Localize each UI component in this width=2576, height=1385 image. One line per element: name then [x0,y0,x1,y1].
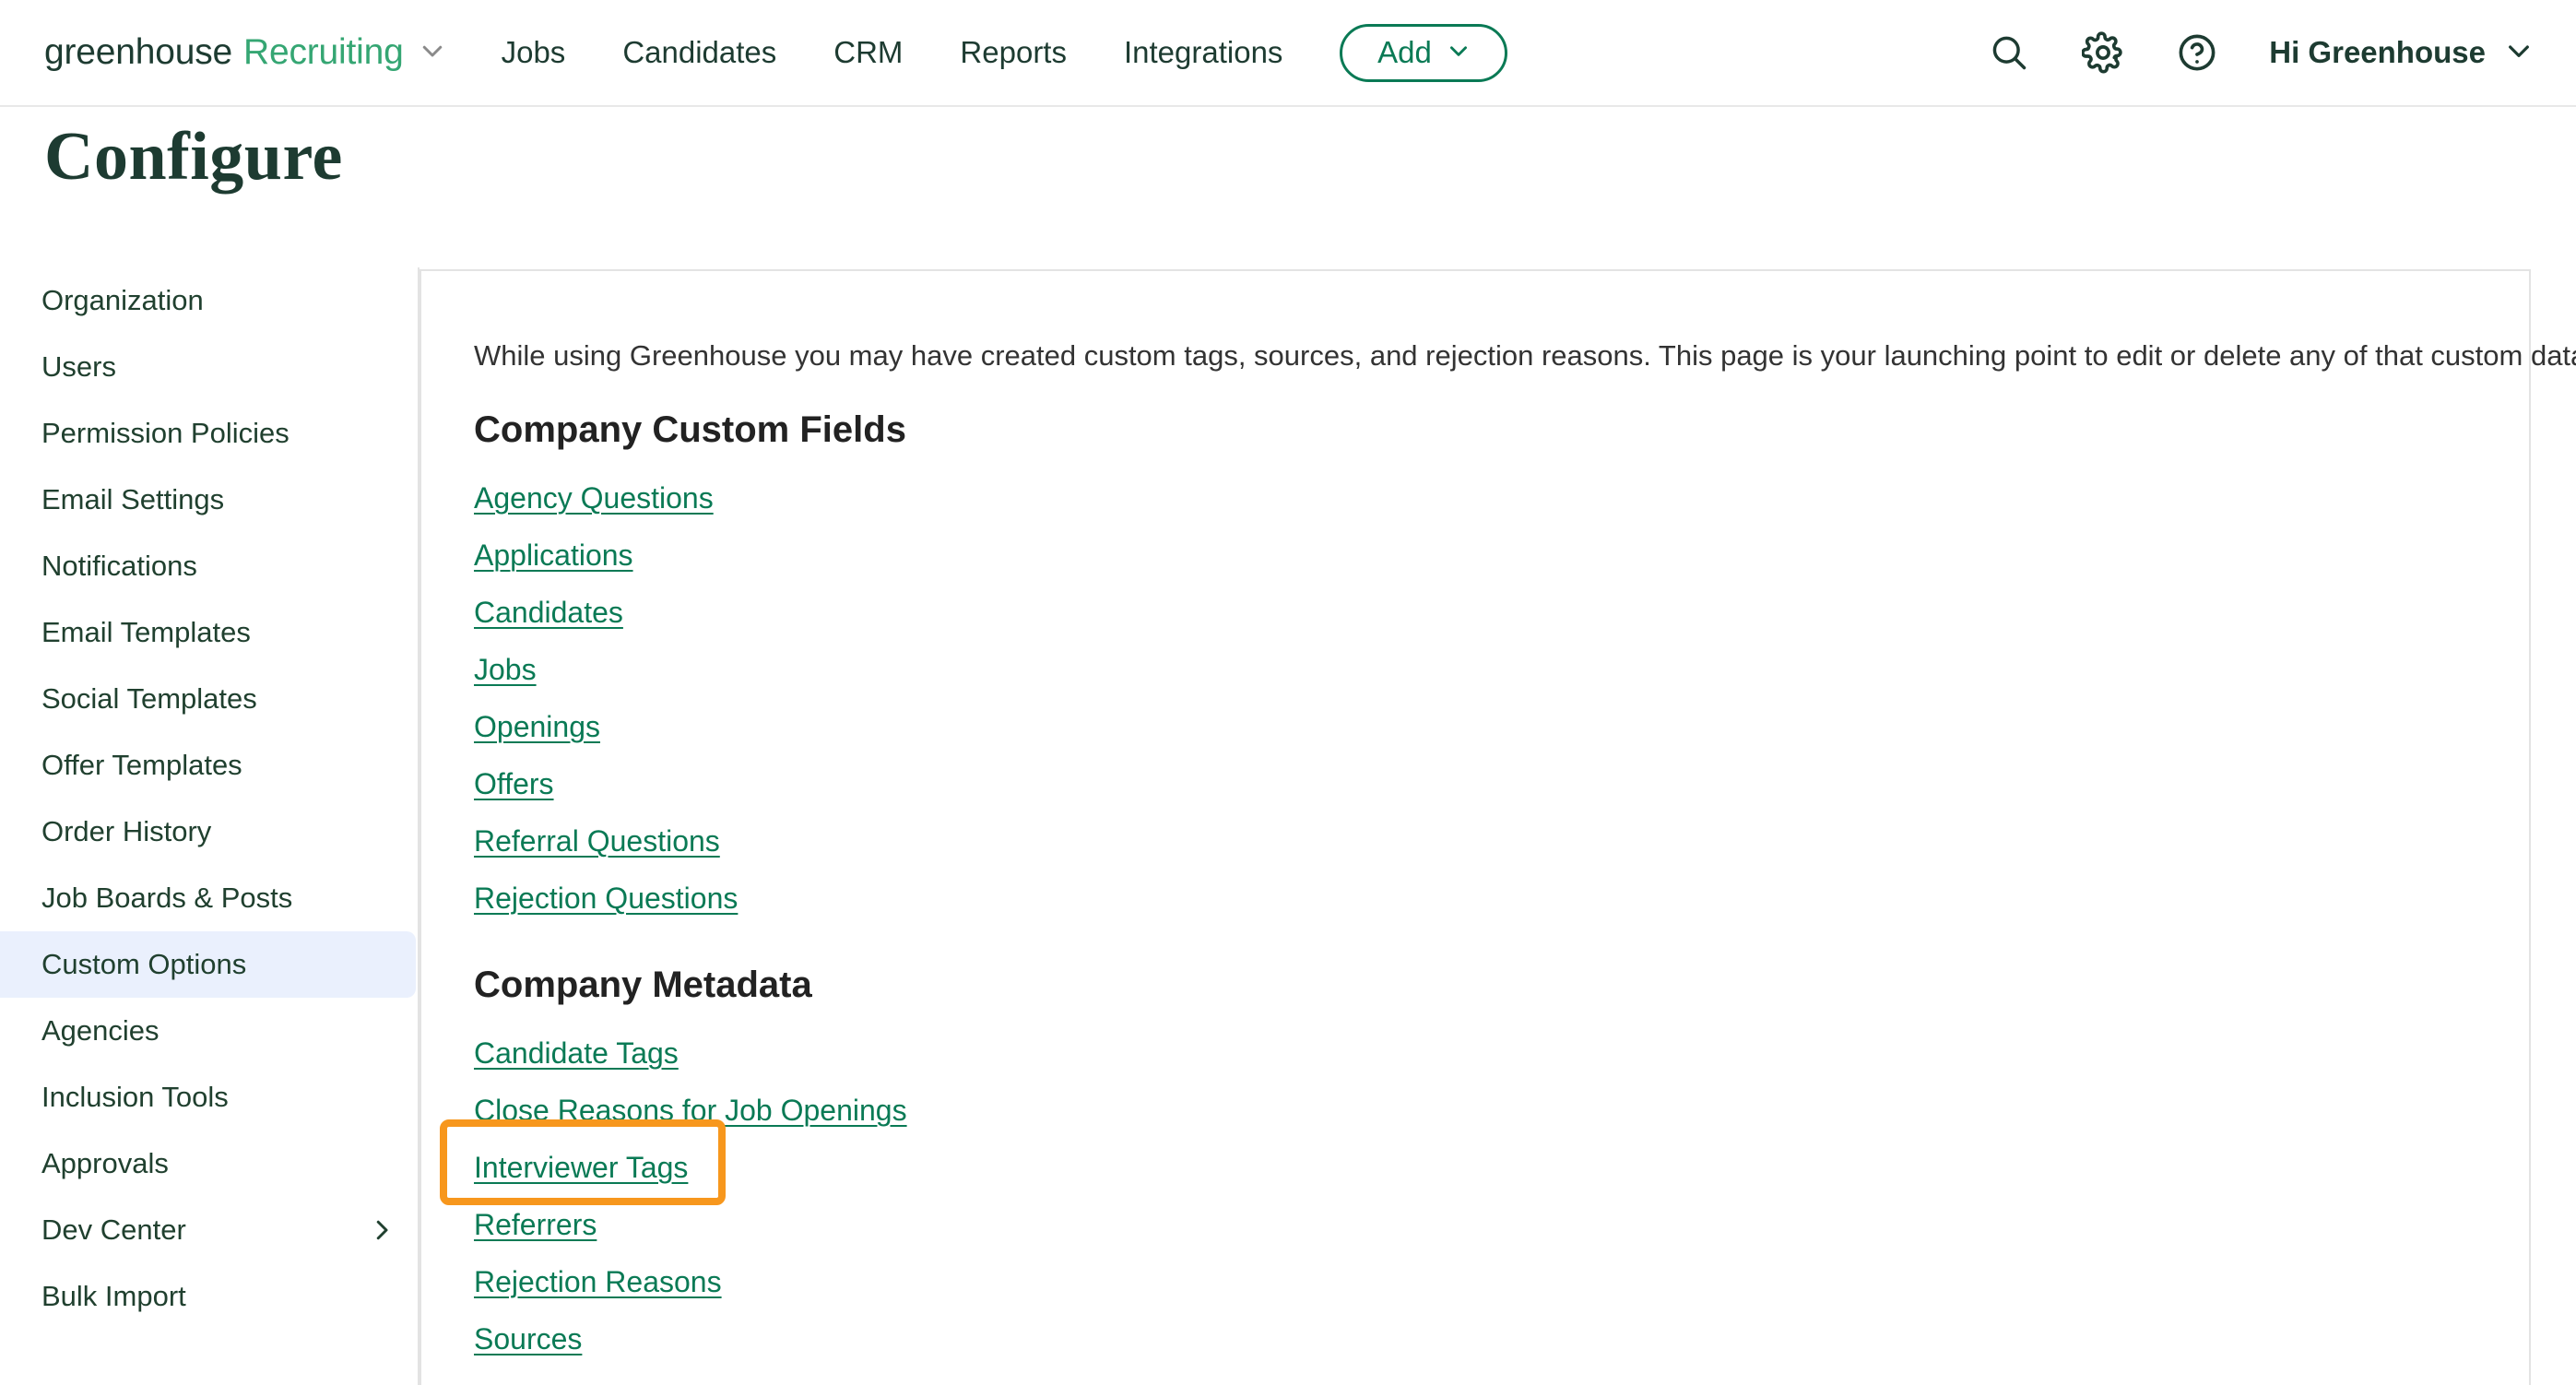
sidebar-item-label: Email Templates [41,616,251,648]
list-item: Sources [474,1310,907,1367]
sidebar-item-offer-templates[interactable]: Offer Templates [0,732,416,799]
list-item: Referrers [474,1196,907,1253]
sidebar-item-job-boards-and-posts[interactable]: Job Boards & Posts [0,865,416,931]
list-item: Rejection Reasons [474,1253,907,1310]
sidebar-item-label: Offer Templates [41,749,242,781]
sidebar-item-agencies[interactable]: Agencies [0,998,416,1064]
section-heading-company-metadata: Company Metadata [474,965,812,1005]
link-rejection-questions[interactable]: Rejection Questions [474,882,738,916]
link-applications[interactable]: Applications [474,539,633,573]
link-close-reasons-for-job-openings[interactable]: Close Reasons for Job Openings [474,1094,907,1128]
list-item: Agency Questions [474,469,738,527]
sidebar-item-organization[interactable]: Organization [0,267,416,334]
company-metadata-link-list: Candidate Tags Close Reasons for Job Ope… [474,1024,907,1367]
list-item: Offers [474,755,738,812]
sidebar-item-bulk-import[interactable]: Bulk Import [0,1263,416,1330]
search-icon[interactable] [1987,30,2031,75]
sidebar-item-notifications[interactable]: Notifications [0,533,416,599]
list-item: Candidates [474,584,738,641]
user-greeting-label: Hi Greenhouse [2269,35,2486,69]
chevron-down-icon [1447,35,1471,70]
list-item: Interviewer Tags [474,1139,907,1196]
section-heading-company-custom-fields: Company Custom Fields [474,409,906,450]
sidebar-item-label: Agencies [41,1014,160,1047]
custom-options-panel: While using Greenhouse you may have crea… [419,269,2576,1385]
page-title: Configure [44,119,343,195]
nav-link-jobs[interactable]: Jobs [502,35,566,70]
sidebar-item-email-templates[interactable]: Email Templates [0,599,416,666]
sidebar-item-label: Email Settings [41,483,225,515]
sidebar-item-label: Approvals [41,1147,169,1179]
brand-primary-text: greenhouse [44,32,233,72]
question-circle-icon[interactable] [2175,30,2219,75]
list-item: Jobs [474,641,738,698]
list-item: Applications [474,527,738,584]
list-item: Candidate Tags [474,1024,907,1082]
panel-intro-text: While using Greenhouse you may have crea… [474,339,2576,372]
chevron-right-icon [368,1216,396,1244]
configure-sidebar: Organization Users Permission Policies E… [0,267,419,1385]
nav-link-reports[interactable]: Reports [960,35,1067,70]
sidebar-item-label: Social Templates [41,682,257,715]
sidebar-item-dev-center[interactable]: Dev Center [0,1197,416,1263]
user-menu[interactable]: Hi Greenhouse [2269,35,2534,70]
sidebar-item-label: Users [41,350,116,383]
sidebar-item-label: Permission Policies [41,417,290,449]
sidebar-item-label: Custom Options [41,948,247,980]
sidebar-item-label: Bulk Import [41,1280,186,1312]
top-navigation-bar: greenhouse Recruiting Jobs Candidates CR… [0,0,2576,107]
link-referral-questions[interactable]: Referral Questions [474,824,720,858]
sidebar-item-label: Dev Center [41,1213,186,1246]
nav-link-crm[interactable]: CRM [833,35,903,70]
add-button[interactable]: Add [1340,23,1508,82]
sidebar-item-inclusion-tools[interactable]: Inclusion Tools [0,1064,416,1130]
nav-link-integrations[interactable]: Integrations [1124,35,1282,70]
list-item: Referral Questions [474,812,738,870]
chevron-down-icon[interactable] [419,37,446,69]
list-item: Openings [474,698,738,755]
primary-nav-links: Jobs Candidates CRM Reports Integrations [502,35,1283,70]
gear-icon[interactable] [2081,30,2125,75]
add-button-label: Add [1377,35,1432,69]
link-jobs[interactable]: Jobs [474,653,537,687]
list-item: Close Reasons for Job Openings [474,1082,907,1139]
brand-logo[interactable]: greenhouse Recruiting [44,32,446,73]
list-item: Rejection Questions [474,870,738,927]
sidebar-item-social-templates[interactable]: Social Templates [0,666,416,732]
sidebar-item-label: Job Boards & Posts [41,882,293,914]
sidebar-item-label: Inclusion Tools [41,1081,229,1113]
link-offers[interactable]: Offers [474,767,554,801]
sidebar-item-email-settings[interactable]: Email Settings [0,467,416,533]
link-openings[interactable]: Openings [474,710,600,744]
sidebar-item-order-history[interactable]: Order History [0,799,416,865]
sidebar-item-users[interactable]: Users [0,334,416,400]
sidebar-item-label: Notifications [41,550,197,582]
sidebar-item-label: Organization [41,284,204,316]
brand-secondary-text: Recruiting [243,32,404,72]
sidebar-item-approvals[interactable]: Approvals [0,1130,416,1197]
sidebar-item-label: Order History [41,815,212,847]
link-rejection-reasons[interactable]: Rejection Reasons [474,1265,722,1299]
link-referrers[interactable]: Referrers [474,1208,597,1242]
nav-link-candidates[interactable]: Candidates [622,35,776,70]
link-candidates[interactable]: Candidates [474,596,623,630]
link-sources[interactable]: Sources [474,1322,582,1356]
sidebar-item-permission-policies[interactable]: Permission Policies [0,400,416,467]
nav-right-cluster: Hi Greenhouse [1987,30,2534,75]
company-custom-fields-link-list: Agency Questions Applications Candidates… [474,469,738,927]
chevron-down-icon [2504,36,2534,70]
link-interviewer-tags[interactable]: Interviewer Tags [474,1151,688,1185]
link-agency-questions[interactable]: Agency Questions [474,481,714,515]
link-candidate-tags[interactable]: Candidate Tags [474,1036,679,1071]
sidebar-item-custom-options[interactable]: Custom Options [0,931,416,998]
